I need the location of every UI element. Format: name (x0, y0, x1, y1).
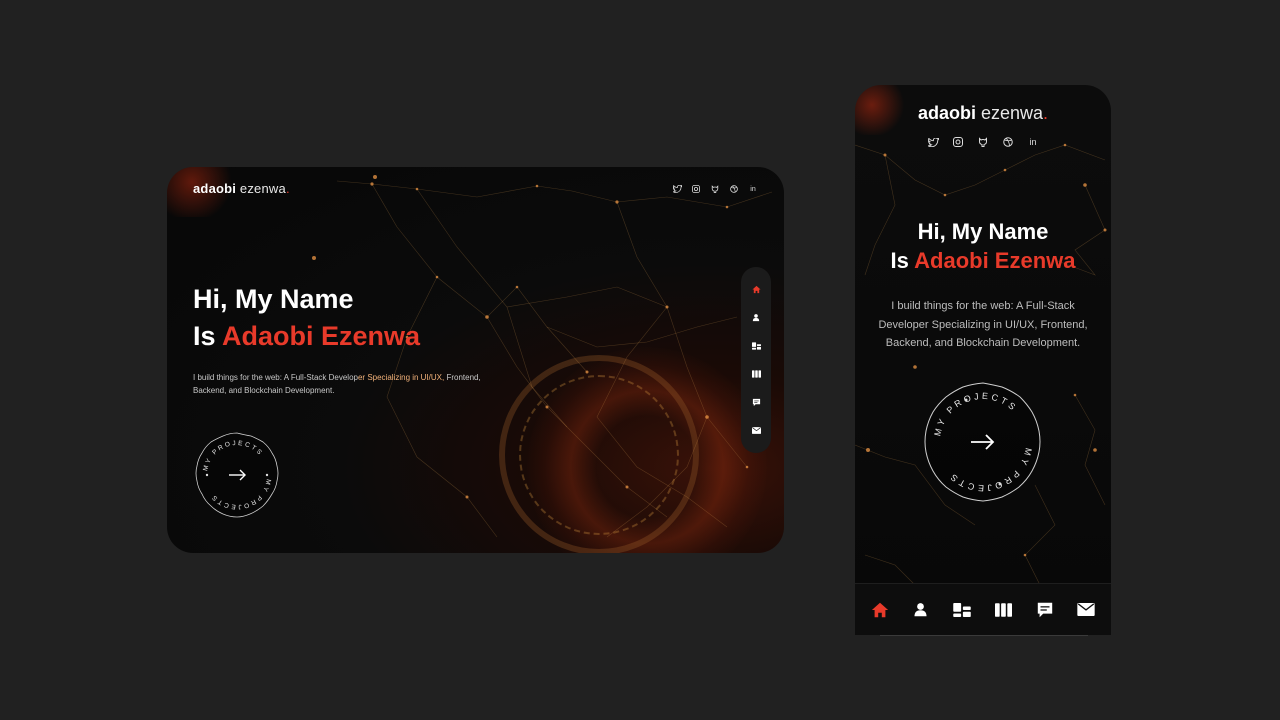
brand-logo[interactable]: adaobi ezenwa. (193, 181, 290, 196)
hero-heading: Hi, My Name Is Adaobi Ezenwa (855, 217, 1111, 275)
brand-logo[interactable]: adaobi ezenwa. (855, 103, 1111, 124)
mobile-preview: adaobi ezenwa. in Hi, My Name Is Adaobi … (855, 85, 1111, 635)
linkedin-icon[interactable]: in (1027, 136, 1039, 148)
dribbble-icon[interactable] (729, 184, 739, 194)
home-icon[interactable] (870, 600, 890, 620)
social-links: in (855, 136, 1111, 148)
github-icon[interactable] (977, 136, 989, 148)
hero-name: Adaobi Ezenwa (222, 321, 421, 351)
mail-icon[interactable] (750, 425, 762, 437)
social-links: in (672, 184, 758, 194)
logo-first-name: adaobi (193, 181, 237, 196)
logo-dot: . (285, 181, 290, 196)
hero-line-2: Is Adaobi Ezenwa (193, 318, 420, 355)
instagram-icon[interactable] (952, 136, 964, 148)
chat-icon[interactable] (750, 396, 762, 408)
hero-line-2: Is Adaobi Ezenwa (855, 246, 1111, 275)
mail-icon[interactable] (1076, 600, 1096, 620)
logo-last-name: ezenwa (239, 181, 286, 196)
services-icon[interactable] (750, 340, 762, 352)
desktop-preview: adaobi ezenwa. in Hi, My Name Is Adaobi … (167, 167, 784, 553)
my-projects-button[interactable]: MY PROJECTS MY PROJECTS (193, 431, 281, 519)
bottom-navigation (855, 583, 1111, 635)
home-icon[interactable] (750, 283, 762, 295)
twitter-icon[interactable] (927, 136, 939, 148)
logo-last-name: ezenwa (980, 103, 1044, 123)
side-navigation (741, 267, 771, 453)
my-projects-button[interactable]: MY PROJECTS MY PROJECTS (921, 380, 1045, 504)
hero-heading: Hi, My Name Is Adaobi Ezenwa (193, 281, 420, 355)
linkedin-icon[interactable]: in (748, 184, 758, 194)
hero-desc-part1: I build things for the web: A Full-Stack… (193, 373, 358, 382)
network-background (855, 143, 1107, 607)
services-icon[interactable] (952, 600, 972, 620)
hero-line-1: Hi, My Name (193, 284, 354, 314)
mobile-base-divider (880, 635, 1088, 636)
instagram-icon[interactable] (691, 184, 701, 194)
user-icon[interactable] (750, 311, 762, 323)
hero-description: I build things for the web: A Full-Stack… (878, 300, 1088, 349)
chat-icon[interactable] (1035, 600, 1055, 620)
twitter-icon[interactable] (672, 184, 682, 194)
logo-first-name: adaobi (917, 103, 976, 123)
portfolio-icon[interactable] (994, 600, 1014, 620)
hero-desc-highlight: er Specializing in UI/UX, (357, 373, 445, 382)
logo-dot: . (1043, 103, 1049, 123)
user-icon[interactable] (911, 600, 931, 620)
dribbble-icon[interactable] (1002, 136, 1014, 148)
hero-prefix: Is (193, 321, 223, 351)
hero-prefix: Is (890, 248, 915, 273)
portfolio-icon[interactable] (750, 368, 762, 380)
hero-line-1: Hi, My Name (917, 219, 1049, 244)
hero-description: I build things for the web: A Full-Stack… (193, 371, 483, 397)
github-icon[interactable] (710, 184, 720, 194)
hero-name: Adaobi Ezenwa (914, 248, 1076, 273)
